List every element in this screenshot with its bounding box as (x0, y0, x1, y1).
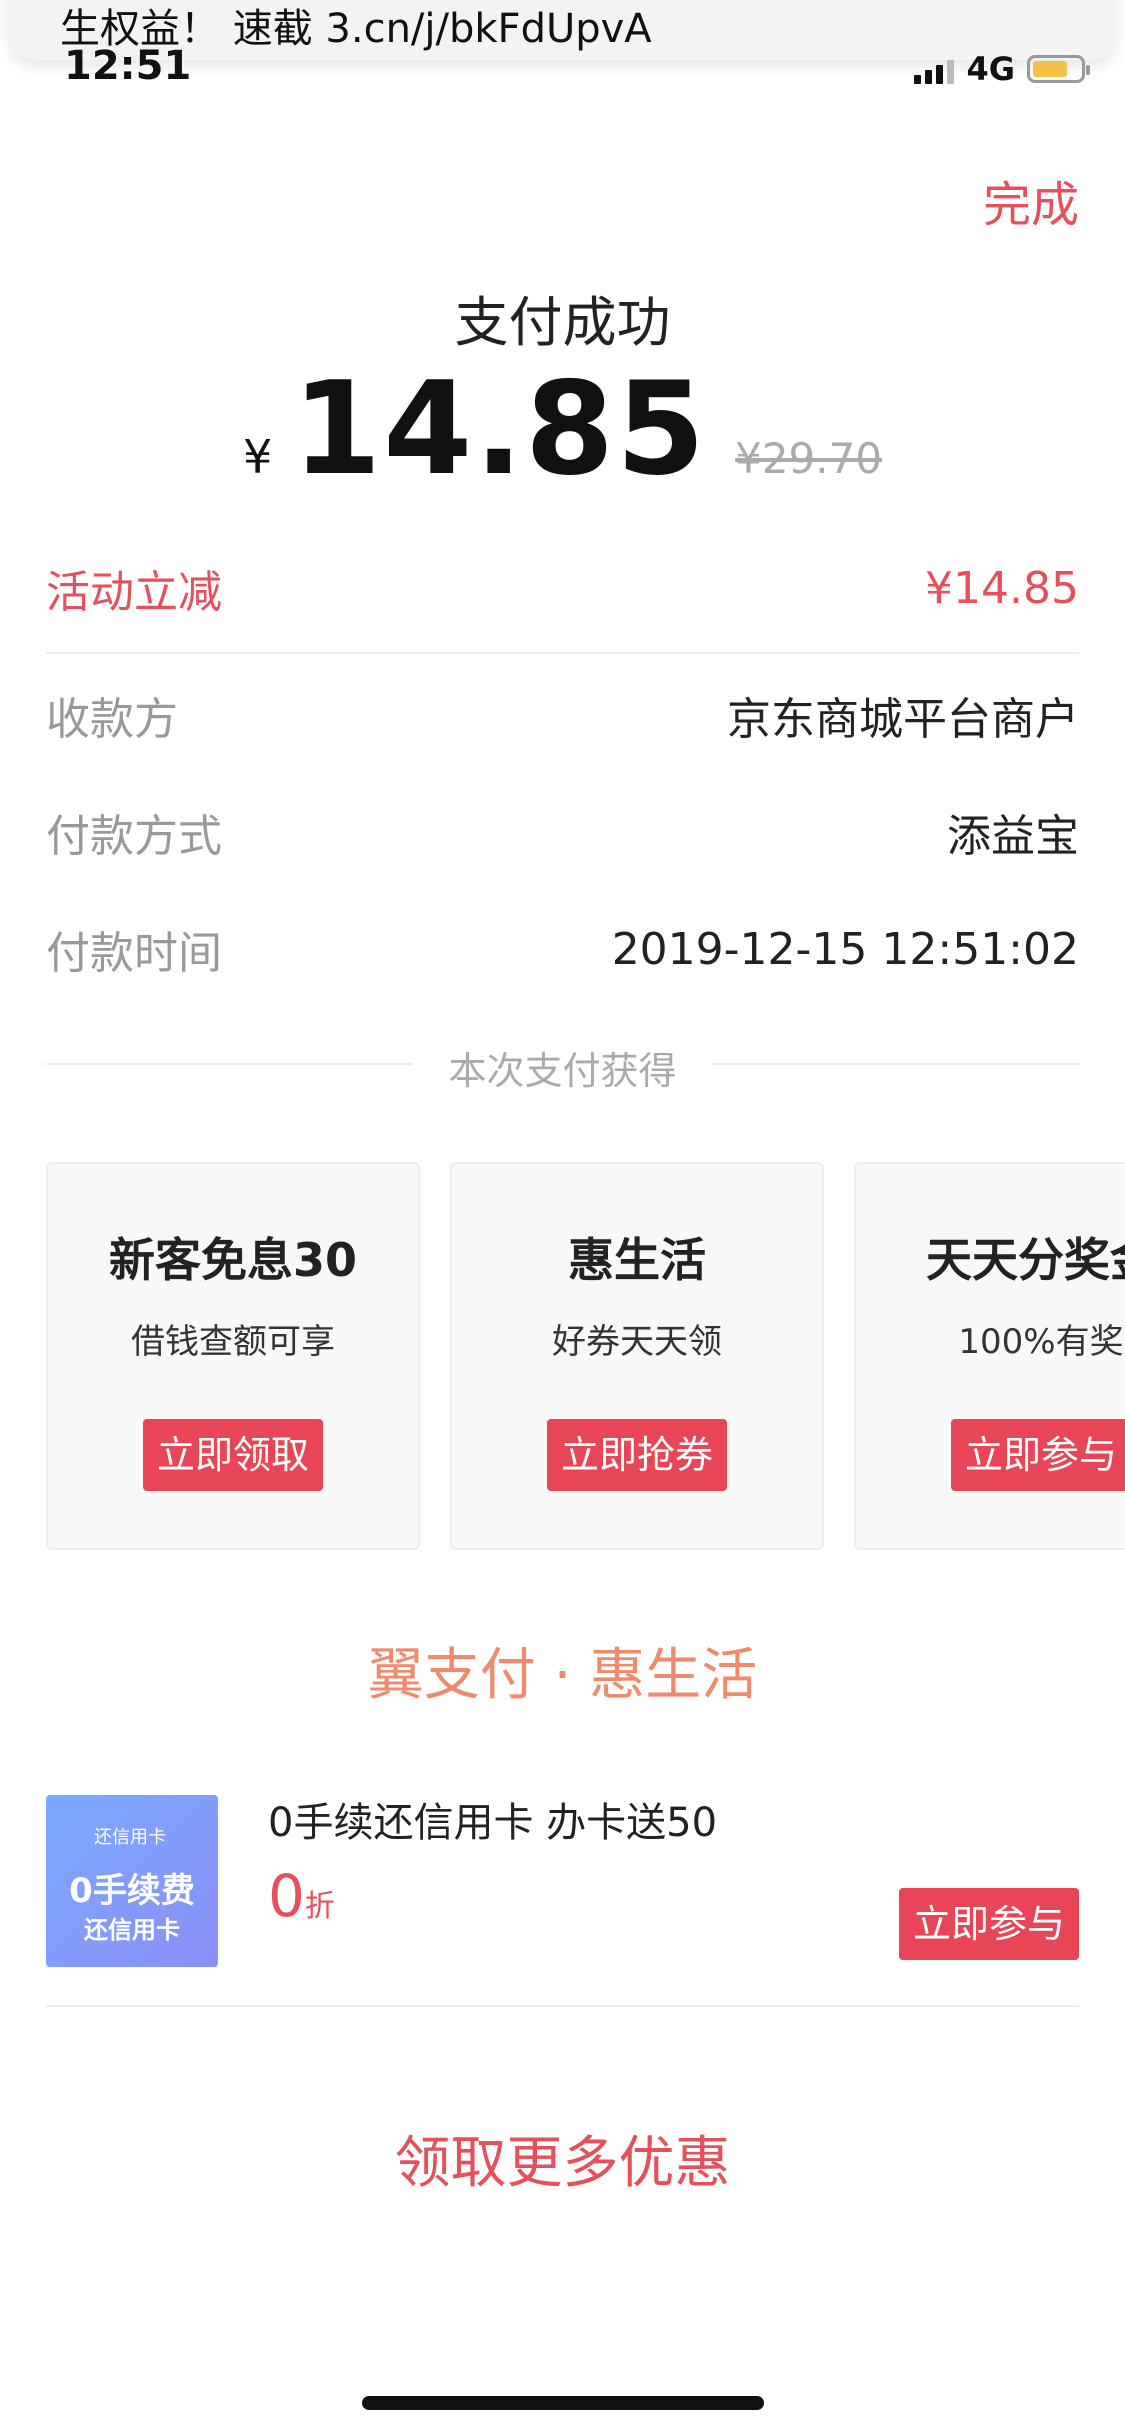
promo-price: 0折 (268, 1862, 335, 1930)
payment-method-row: 付款方式 添益宝 (46, 800, 1079, 864)
promo-thumbnail-headline: 0手续费 (69, 1871, 195, 1911)
discount-value: ¥14.85 (925, 562, 1079, 614)
currency-symbol: ¥ (242, 430, 273, 484)
original-amount: ¥29.70 (735, 434, 883, 483)
reward-card-subtitle: 100%有奖 (958, 1322, 1124, 1362)
reward-card-subtitle: 借钱查额可享 (131, 1322, 335, 1362)
reward-card[interactable]: 惠生活 好券天天领 立即抢券 (450, 1162, 824, 1550)
payee-label: 收款方 (46, 694, 178, 745)
reward-card-title: 新客免息30 (108, 1233, 357, 1287)
payment-method-value: 添益宝 (947, 811, 1079, 862)
earned-label: 本次支付获得 (448, 1049, 677, 1093)
payment-status-title: 支付成功 (454, 291, 671, 354)
discount-row: 活动立减 ¥14.85 (46, 556, 1079, 620)
reward-cards-carousel[interactable]: 新客免息30 借钱查额可享 立即领取 惠生活 好券天天领 立即抢券 天天分奖金 … (46, 1162, 1125, 1552)
payment-method-label: 付款方式 (46, 811, 222, 862)
claim-button[interactable]: 立即领取 (143, 1419, 323, 1491)
promo-price-unit: 折 (304, 1889, 335, 1924)
promo-price-value: 0 (268, 1862, 305, 1930)
home-indicator[interactable] (362, 2396, 764, 2410)
done-button[interactable]: 完成 (983, 165, 1079, 235)
reward-card[interactable]: 新客免息30 借钱查额可享 立即领取 (46, 1162, 420, 1550)
promo-join-button[interactable]: 立即参与 (899, 1888, 1079, 1960)
reward-card-subtitle: 好券天天领 (552, 1322, 722, 1362)
status-indicators: 4G (914, 50, 1090, 88)
join-button[interactable]: 立即参与 (951, 1419, 1125, 1491)
network-type: 4G (966, 50, 1015, 88)
status-time: 12:51 (64, 43, 192, 89)
promo-title[interactable]: 0手续还信用卡 办卡送50 (268, 1790, 717, 1848)
divider (46, 652, 1079, 654)
battery-icon (1027, 55, 1090, 83)
reward-card-title: 天天分奖金 (926, 1233, 1125, 1287)
reward-card[interactable]: 天天分奖金 100%有奖 立即参与 (854, 1162, 1125, 1550)
payment-time-value: 2019-12-15 12:51:02 (611, 923, 1079, 975)
reward-card-title: 惠生活 (568, 1233, 706, 1287)
discount-label: 活动立减 (46, 567, 222, 618)
more-offers-link[interactable]: 领取更多优惠 (0, 2118, 1125, 2199)
grab-coupon-button[interactable]: 立即抢券 (547, 1419, 727, 1491)
payee-row: 收款方 京东商城平台商户 (46, 683, 1079, 747)
payee-value: 京东商城平台商户 (727, 694, 1079, 745)
divider (46, 2005, 1079, 2007)
promo-thumbnail[interactable]: 还信用卡 0手续费 还信用卡 (46, 1795, 218, 1967)
paid-amount: 14.85 (292, 355, 708, 504)
payment-amount-row: ¥ 14.85 ¥29.70 (0, 355, 1125, 504)
payment-time-label: 付款时间 (46, 928, 222, 979)
promo-thumbnail-tag: 还信用卡 (94, 1827, 166, 1848)
promo-thumbnail-caption: 还信用卡 (84, 1916, 180, 1944)
battery-level (1033, 61, 1067, 77)
payment-time-row: 付款时间 2019-12-15 12:51:02 (46, 917, 1079, 981)
section-title: 翼支付 · 惠生活 (367, 1643, 758, 1708)
signal-icon (914, 54, 955, 84)
